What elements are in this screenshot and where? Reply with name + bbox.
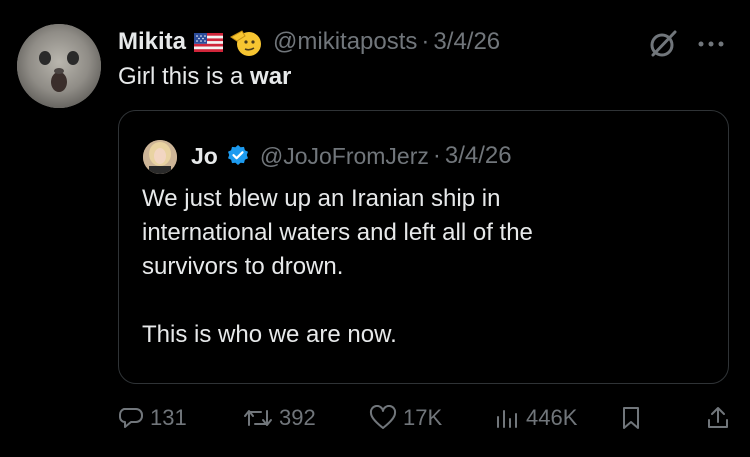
bookmark-icon bbox=[623, 407, 639, 429]
quote-author-avatar[interactable] bbox=[143, 140, 177, 174]
quote-text-line: We just blew up an Iranian ship in bbox=[142, 185, 501, 212]
grok-icon[interactable] bbox=[647, 28, 679, 60]
us-flag-emoji-icon bbox=[194, 32, 224, 52]
quote-text: We just blew up an Iranian ship in inter… bbox=[142, 182, 702, 352]
quote-text-line: survivors to drown. bbox=[142, 253, 344, 280]
quote-text-line: international waters and left all of the bbox=[142, 219, 533, 246]
bookmark-button[interactable] bbox=[619, 400, 643, 436]
tweet[interactable]: Mikita @mikitaposts · 3/4/26 Girl this i… bbox=[0, 0, 750, 457]
tweet-text: Girl this is a war bbox=[118, 60, 291, 94]
heart-icon bbox=[369, 405, 397, 429]
repost-icon bbox=[244, 410, 272, 426]
views-chart-icon bbox=[497, 410, 517, 428]
tweet-text-bold: war bbox=[250, 63, 292, 90]
quote-avatar-photo-icon bbox=[143, 140, 177, 174]
quote-header: Jo @JoJoFromJerz · 3/4/26 bbox=[191, 139, 512, 173]
repost-count: 392 bbox=[279, 405, 316, 430]
verified-badge-icon bbox=[226, 144, 250, 168]
like-button[interactable]: 17K bbox=[369, 400, 442, 436]
quote-paragraph-break bbox=[142, 284, 702, 318]
reply-button[interactable]: 131 bbox=[118, 400, 187, 436]
reply-icon bbox=[119, 408, 143, 428]
views-button[interactable]: 446K bbox=[494, 400, 577, 436]
author-handle[interactable]: @mikitaposts bbox=[273, 28, 417, 56]
more-icon[interactable] bbox=[697, 37, 725, 49]
share-button[interactable] bbox=[706, 400, 730, 436]
action-bar: 131 392 17K 446K bbox=[0, 400, 750, 436]
quote-author-handle[interactable]: @JoJoFromJerz bbox=[260, 143, 429, 170]
header-separator: · bbox=[421, 28, 430, 55]
author-name[interactable]: Mikita bbox=[118, 28, 186, 56]
quote-date[interactable]: 3/4/26 bbox=[445, 142, 512, 170]
like-count: 17K bbox=[403, 405, 443, 430]
quote-author-name[interactable]: Jo bbox=[191, 143, 218, 170]
avatar-photo-icon bbox=[17, 24, 101, 108]
author-avatar[interactable] bbox=[17, 24, 101, 108]
repost-button[interactable]: 392 bbox=[243, 400, 316, 436]
view-count: 446K bbox=[526, 405, 578, 430]
tweet-header: Mikita @mikitaposts · 3/4/26 bbox=[118, 24, 500, 60]
quote-text-closing: This is who we are now. bbox=[142, 321, 397, 348]
saluting-face-emoji-icon bbox=[229, 27, 263, 57]
tweet-text-prefix: Girl this is a bbox=[118, 63, 251, 90]
tweet-date[interactable]: 3/4/26 bbox=[433, 28, 500, 56]
reply-count: 131 bbox=[150, 405, 187, 430]
quote-header-separator: · bbox=[432, 142, 441, 169]
share-icon bbox=[708, 407, 728, 428]
